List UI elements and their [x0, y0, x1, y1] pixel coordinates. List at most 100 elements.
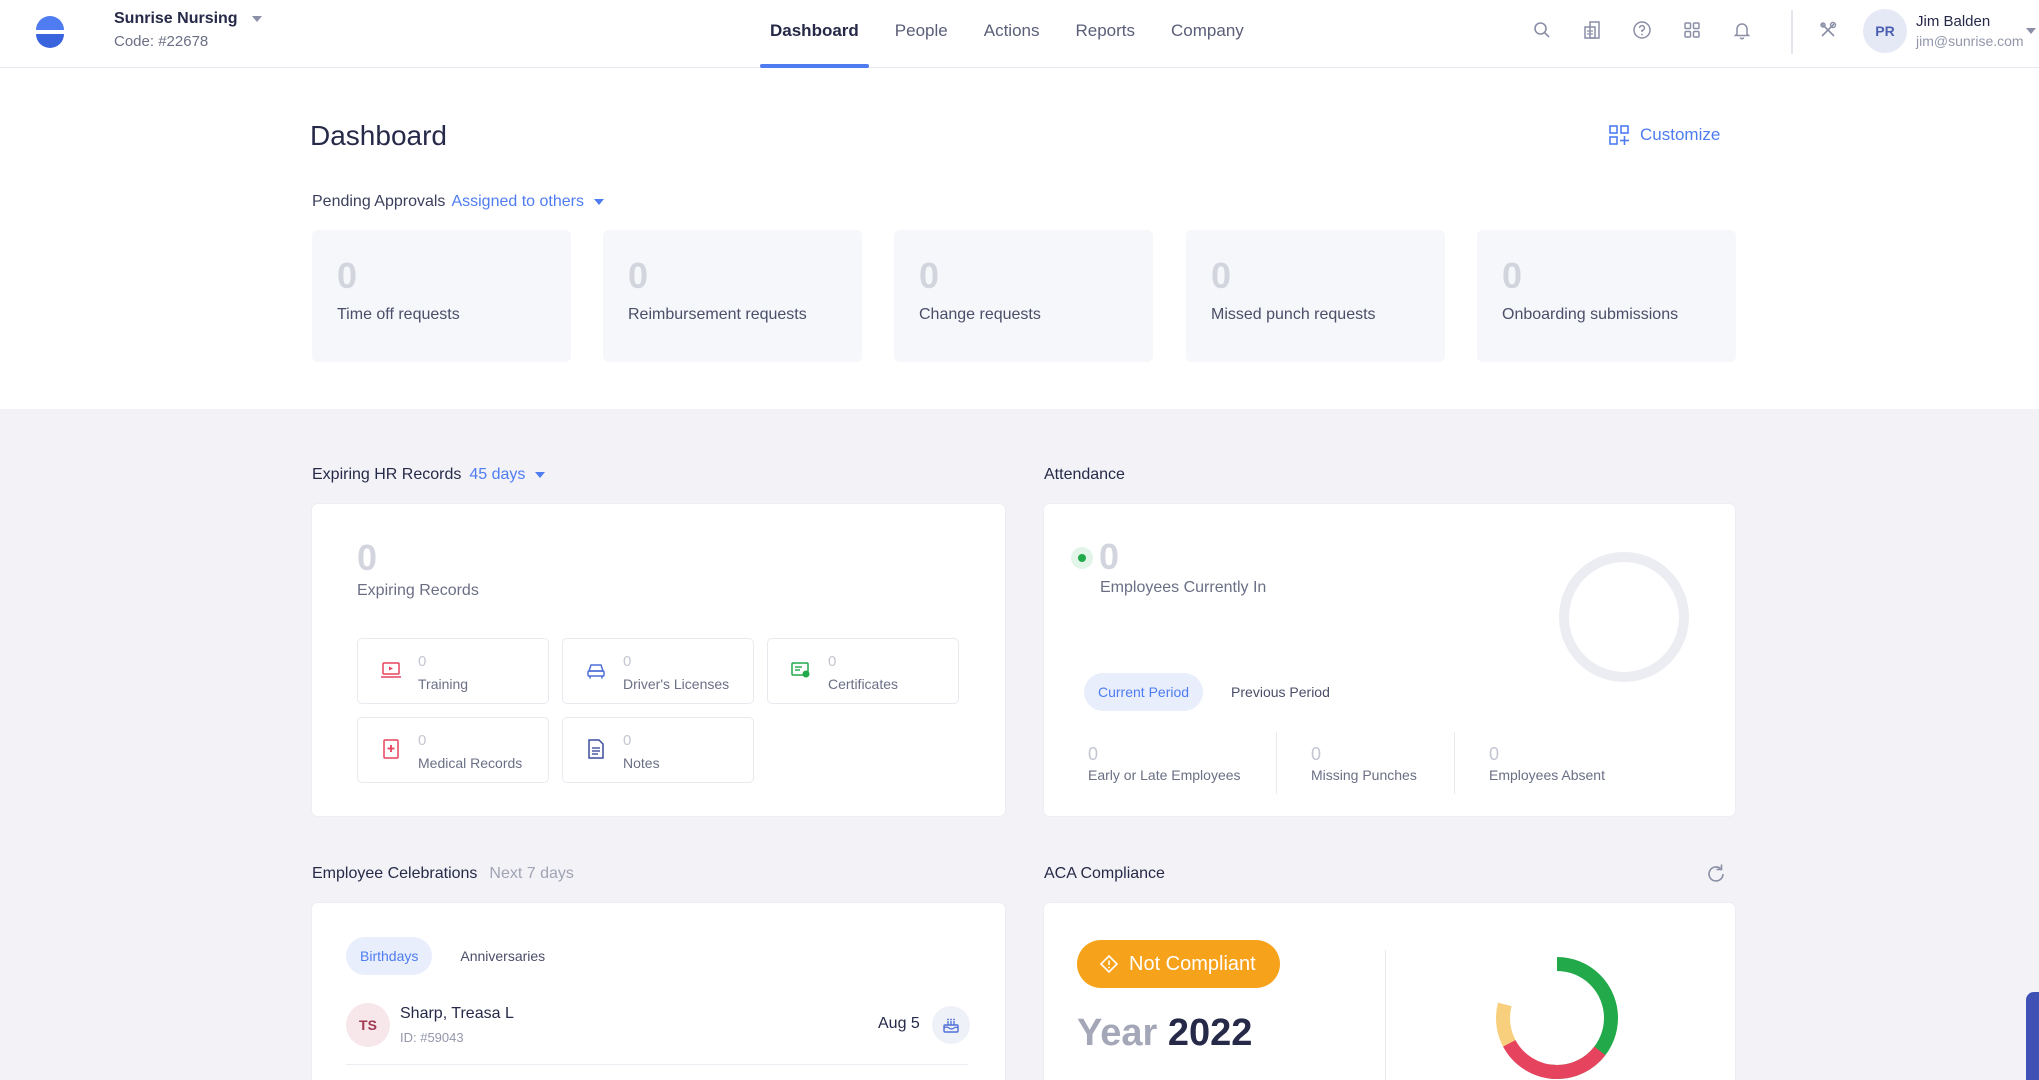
notes-icon	[588, 739, 604, 759]
hr-records-panel: 0 Expiring Records 0 Training 0 Driver's…	[312, 504, 1005, 816]
change-requests-card[interactable]: 0 Change requests	[894, 230, 1153, 362]
card-value: 0	[337, 255, 358, 296]
nav-tab-company[interactable]: Company	[1153, 0, 1262, 68]
avatar: TS	[346, 1003, 390, 1047]
hr-records-title: Expiring HR Records	[312, 466, 462, 483]
nav-tab-dashboard[interactable]: Dashboard	[752, 0, 877, 68]
employees-absent-stat[interactable]: 0 Employees Absent	[1489, 744, 1605, 783]
attendance-period-tabs: Current Period Previous Period	[1084, 673, 1344, 711]
stat-divider	[1454, 732, 1455, 794]
tools-icon[interactable]	[1816, 18, 1840, 42]
aca-title: ACA Compliance	[1044, 865, 1165, 882]
pending-approvals-header: Pending Approvals Assigned to others	[312, 193, 604, 211]
refresh-icon[interactable]	[1704, 862, 1728, 891]
help-icon[interactable]	[1630, 18, 1654, 42]
hr-records-range-dropdown[interactable]: 45 days	[469, 466, 546, 484]
year-label: Year	[1077, 1012, 1158, 1054]
employees-in-count: 0	[1099, 536, 1120, 577]
attendance-header: Attendance	[1044, 466, 1125, 484]
app-logo[interactable]	[32, 14, 68, 50]
stat-divider	[1276, 732, 1277, 794]
drivers-licenses-card[interactable]: 0 Driver's Licenses	[562, 638, 754, 704]
tab-birthdays[interactable]: Birthdays	[346, 937, 433, 975]
header-divider	[1791, 10, 1793, 54]
feedback-tab[interactable]	[2026, 992, 2039, 1080]
nav-tab-people[interactable]: People	[877, 0, 966, 68]
card-label: Onboarding submissions	[1502, 306, 1679, 323]
celebration-row[interactable]: TS Sharp, Treasa L ID: #59043 Aug 5	[346, 1003, 970, 1065]
aca-year-heading: Year 2022	[1077, 1012, 1252, 1055]
celebrations-tabs: Birthdays Anniversaries	[346, 937, 559, 975]
org-chart-icon[interactable]	[1580, 18, 1604, 42]
card-value: 0	[1502, 255, 1523, 296]
search-icon[interactable]	[1530, 18, 1554, 42]
page-title: Dashboard	[310, 120, 447, 151]
user-menu[interactable]: Jim Balden jim@sunrise.com	[1916, 13, 2024, 49]
nav-tab-reports[interactable]: Reports	[1057, 0, 1153, 68]
training-icon	[381, 662, 401, 678]
customize-button[interactable]: Customize	[1608, 124, 1720, 146]
stat-value: 0	[1489, 744, 1500, 764]
pending-filter-dropdown[interactable]: Assigned to others	[451, 193, 604, 211]
top-navigation-bar: Sunrise Nursing Code: #22678 Dashboard P…	[0, 0, 2039, 68]
tab-current-period[interactable]: Current Period	[1084, 673, 1204, 711]
user-avatar[interactable]: PR	[1863, 9, 1907, 53]
user-name: Jim Balden	[1916, 13, 1991, 30]
attendance-ring-chart	[1559, 552, 1689, 682]
card-label: Missed punch requests	[1211, 306, 1376, 323]
expiring-records-label: Expiring Records	[357, 582, 479, 599]
car-icon	[587, 664, 605, 679]
expiring-records-count: 0	[357, 537, 378, 578]
customize-label: Customize	[1640, 125, 1721, 144]
nav-tab-actions[interactable]: Actions	[966, 0, 1058, 68]
notes-card[interactable]: 0 Notes	[562, 717, 754, 783]
record-count: 0	[828, 653, 837, 670]
certificates-card[interactable]: 0 Certificates	[767, 638, 959, 704]
record-label: Certificates	[828, 676, 899, 692]
training-records-card[interactable]: 0 Training	[357, 638, 549, 704]
compliance-status: Not Compliant	[1129, 952, 1256, 975]
aca-header: ACA Compliance	[1044, 865, 1165, 883]
person-id: ID: #59043	[400, 1030, 464, 1045]
record-count: 0	[418, 653, 427, 670]
hr-records-range: 45 days	[469, 466, 526, 483]
chevron-down-icon	[593, 199, 604, 205]
record-label: Training	[418, 676, 469, 692]
pending-filter-label: Assigned to others	[451, 193, 584, 210]
main-nav: Dashboard People Actions Reports Company	[752, 0, 1262, 68]
tab-previous-period[interactable]: Previous Period	[1217, 673, 1344, 711]
celebrations-header: Employee Celebrations Next 7 days	[312, 865, 574, 883]
employees-in-block: 0	[1099, 537, 1119, 577]
card-label: Change requests	[919, 306, 1041, 323]
card-value: 0	[919, 255, 940, 296]
hr-records-header: Expiring HR Records 45 days	[312, 466, 546, 484]
onboarding-submissions-card[interactable]: 0 Onboarding submissions	[1477, 230, 1736, 362]
medical-records-card[interactable]: 0 Medical Records	[357, 717, 549, 783]
stat-label: Early or Late Employees	[1088, 767, 1241, 783]
card-value: 0	[1211, 255, 1232, 296]
reimbursement-requests-card[interactable]: 0 Reimbursement requests	[603, 230, 862, 362]
celebrations-range: Next 7 days	[489, 865, 574, 882]
attendance-title: Attendance	[1044, 466, 1125, 483]
early-late-stat[interactable]: 0 Early or Late Employees	[1088, 744, 1241, 783]
time-off-requests-card[interactable]: 0 Time off requests	[312, 230, 571, 362]
aca-divider	[1385, 950, 1386, 1080]
company-name: Sunrise Nursing	[114, 10, 238, 27]
tab-anniversaries[interactable]: Anniversaries	[446, 937, 559, 975]
record-count: 0	[623, 653, 632, 670]
celebration-date: Aug 5	[878, 1015, 920, 1032]
stat-label: Missing Punches	[1311, 767, 1417, 783]
record-count: 0	[623, 732, 632, 749]
bell-icon[interactable]	[1730, 18, 1754, 42]
company-switcher[interactable]: Sunrise Nursing Code: #22678	[114, 10, 262, 50]
cake-icon[interactable]	[932, 1006, 970, 1044]
chevron-down-icon	[251, 16, 262, 22]
missing-punches-stat[interactable]: 0 Missing Punches	[1311, 744, 1417, 783]
certificate-icon	[791, 662, 810, 678]
year-value: 2022	[1167, 1012, 1253, 1054]
missed-punch-requests-card[interactable]: 0 Missed punch requests	[1186, 230, 1445, 362]
stat-value: 0	[1311, 744, 1322, 764]
status-online-icon	[1071, 547, 1093, 569]
apps-grid-icon[interactable]	[1680, 18, 1704, 42]
chevron-down-icon[interactable]	[2026, 28, 2036, 34]
